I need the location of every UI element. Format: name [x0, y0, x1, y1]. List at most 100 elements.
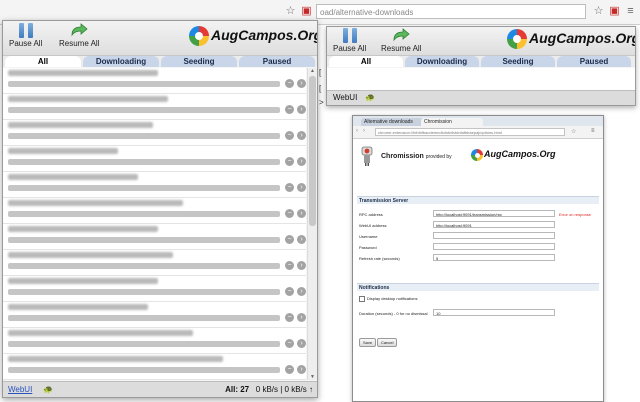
remove-icon[interactable]: −: [285, 365, 294, 374]
tab-seeding[interactable]: Seeding: [161, 56, 237, 67]
torrent-name: [8, 252, 173, 258]
rpc-address-input[interactable]: http://localhost:9091/transmission/rpc: [433, 210, 555, 217]
webui-link[interactable]: WebUI: [333, 93, 357, 102]
pause-all-button[interactable]: Pause All: [9, 23, 42, 48]
webui-link[interactable]: WebUI: [8, 385, 32, 394]
progress-bar: [8, 289, 280, 295]
torrent-row[interactable]: − ›: [3, 302, 306, 328]
brand-text: AugCampos.Org: [211, 27, 318, 43]
start-icon[interactable]: ›: [297, 313, 306, 322]
remove-icon[interactable]: −: [285, 79, 294, 88]
torrent-row[interactable]: − ›: [3, 68, 306, 94]
torrent-row[interactable]: − ›: [3, 94, 306, 120]
tab-downloading[interactable]: Downloading: [83, 56, 159, 67]
remove-icon[interactable]: −: [285, 131, 294, 140]
start-icon[interactable]: ›: [297, 105, 306, 114]
torrent-row[interactable]: − ›: [3, 224, 306, 250]
start-icon[interactable]: ›: [297, 235, 306, 244]
extension-icon[interactable]: ▣: [608, 5, 621, 18]
extension-icon[interactable]: ▣: [300, 5, 313, 18]
start-icon[interactable]: ›: [297, 157, 306, 166]
menu-icon[interactable]: ≡: [624, 5, 637, 18]
menu-icon[interactable]: ≡: [591, 128, 595, 134]
start-icon[interactable]: ›: [297, 79, 306, 88]
save-button[interactable]: Save: [359, 338, 377, 347]
start-icon[interactable]: ›: [297, 339, 306, 348]
popup-footer: WebUI 🐢: [327, 90, 635, 105]
torrent-row[interactable]: − ›: [3, 354, 306, 380]
back-icon[interactable]: ‹: [356, 128, 358, 134]
password-input[interactable]: [433, 243, 555, 250]
remove-icon[interactable]: −: [285, 105, 294, 114]
options-title: Chromission provided by: [381, 153, 452, 160]
star-icon[interactable]: ☆: [284, 5, 297, 18]
options-window: Alternative downloads Chromission ‹ › ch…: [352, 115, 604, 402]
rpc-address-label: RPC address: [359, 212, 383, 217]
torrent-row[interactable]: − ›: [3, 198, 306, 224]
start-icon[interactable]: ›: [297, 287, 306, 296]
webui-address-input[interactable]: http://localhost:9091: [433, 221, 555, 228]
resume-all-button[interactable]: Resume All: [381, 28, 421, 53]
scroll-down-icon[interactable]: ▼: [308, 374, 317, 380]
section-notifications: Notifications: [357, 283, 599, 291]
remove-icon[interactable]: −: [285, 209, 294, 218]
notifications-checkbox-label: Display desktop notifications: [367, 296, 418, 302]
tab-seeding[interactable]: Seeding: [481, 56, 555, 67]
start-icon[interactable]: ›: [297, 261, 306, 270]
tab-downloading[interactable]: Downloading: [405, 56, 479, 67]
username-input[interactable]: [433, 232, 555, 239]
torrent-row[interactable]: − ›: [3, 146, 306, 172]
options-address-bar[interactable]: chrome-extension://fdhihfbacdemndlofobdl…: [375, 128, 565, 136]
rpc-error-text: Error on response: [559, 212, 592, 217]
address-bar[interactable]: oad/alternative-downloads: [316, 4, 586, 19]
torrent-name: [8, 304, 148, 310]
checkbox-icon[interactable]: [359, 296, 365, 302]
torrent-row[interactable]: − ›: [3, 172, 306, 198]
popup-toolbar: Pause All Resume All AugCampos.Org: [327, 27, 635, 56]
start-icon[interactable]: ›: [297, 131, 306, 140]
tab-chromission[interactable]: Chromission: [421, 118, 483, 126]
remove-icon[interactable]: −: [285, 183, 294, 192]
pause-all-label: Pause All: [333, 44, 367, 53]
duration-input[interactable]: 10: [433, 309, 555, 316]
remove-icon[interactable]: −: [285, 287, 294, 296]
turtle-icon[interactable]: 🐢: [365, 93, 375, 102]
torrent-count: All: 27: [225, 385, 250, 394]
torrent-row[interactable]: − ›: [3, 120, 306, 146]
star-icon[interactable]: ☆: [592, 5, 605, 18]
torrent-row[interactable]: − ›: [3, 328, 306, 354]
tab-all[interactable]: All: [5, 56, 81, 67]
options-brand-logo: AugCampos.Org: [471, 149, 581, 163]
forward-icon[interactable]: ›: [363, 128, 365, 134]
torrent-row[interactable]: − ›: [3, 276, 306, 302]
remove-icon[interactable]: −: [285, 235, 294, 244]
start-icon[interactable]: ›: [297, 209, 306, 218]
start-icon[interactable]: ›: [297, 183, 306, 192]
pause-all-button[interactable]: Pause All: [333, 28, 366, 53]
turtle-icon[interactable]: 🐢: [43, 385, 53, 394]
tab-alternative-downloads[interactable]: Alternative downloads: [361, 118, 423, 126]
remove-icon[interactable]: −: [285, 261, 294, 270]
cancel-button[interactable]: Cancel: [377, 338, 398, 347]
resume-all-button[interactable]: Resume All: [59, 23, 99, 48]
refresh-rate-input[interactable]: 5: [433, 254, 555, 261]
notifications-checkbox[interactable]: Display desktop notifications: [359, 296, 417, 302]
tab-paused[interactable]: Paused: [239, 56, 315, 67]
tab-all[interactable]: All: [329, 56, 403, 67]
scroll-up-icon[interactable]: ▲: [308, 68, 317, 74]
remove-icon[interactable]: −: [285, 313, 294, 322]
start-icon[interactable]: ›: [297, 365, 306, 374]
star-icon[interactable]: ☆: [571, 128, 576, 135]
tab-paused[interactable]: Paused: [557, 56, 631, 67]
resume-icon: [392, 28, 410, 43]
remove-icon[interactable]: −: [285, 339, 294, 348]
torrent-row[interactable]: − ›: [3, 250, 306, 276]
progress-bar: [8, 185, 280, 191]
list-scrollbar[interactable]: ▲ ▼: [307, 68, 317, 380]
speed-readout: 0 kB/s | 0 kB/s ↑: [255, 385, 313, 394]
progress-bar: [8, 237, 280, 243]
scrollbar-thumb[interactable]: [309, 76, 316, 226]
torrent-popup-empty: Pause All Resume All AugCampos.Org All D…: [326, 26, 636, 106]
remove-icon[interactable]: −: [285, 157, 294, 166]
username-label: Username: [359, 234, 378, 239]
